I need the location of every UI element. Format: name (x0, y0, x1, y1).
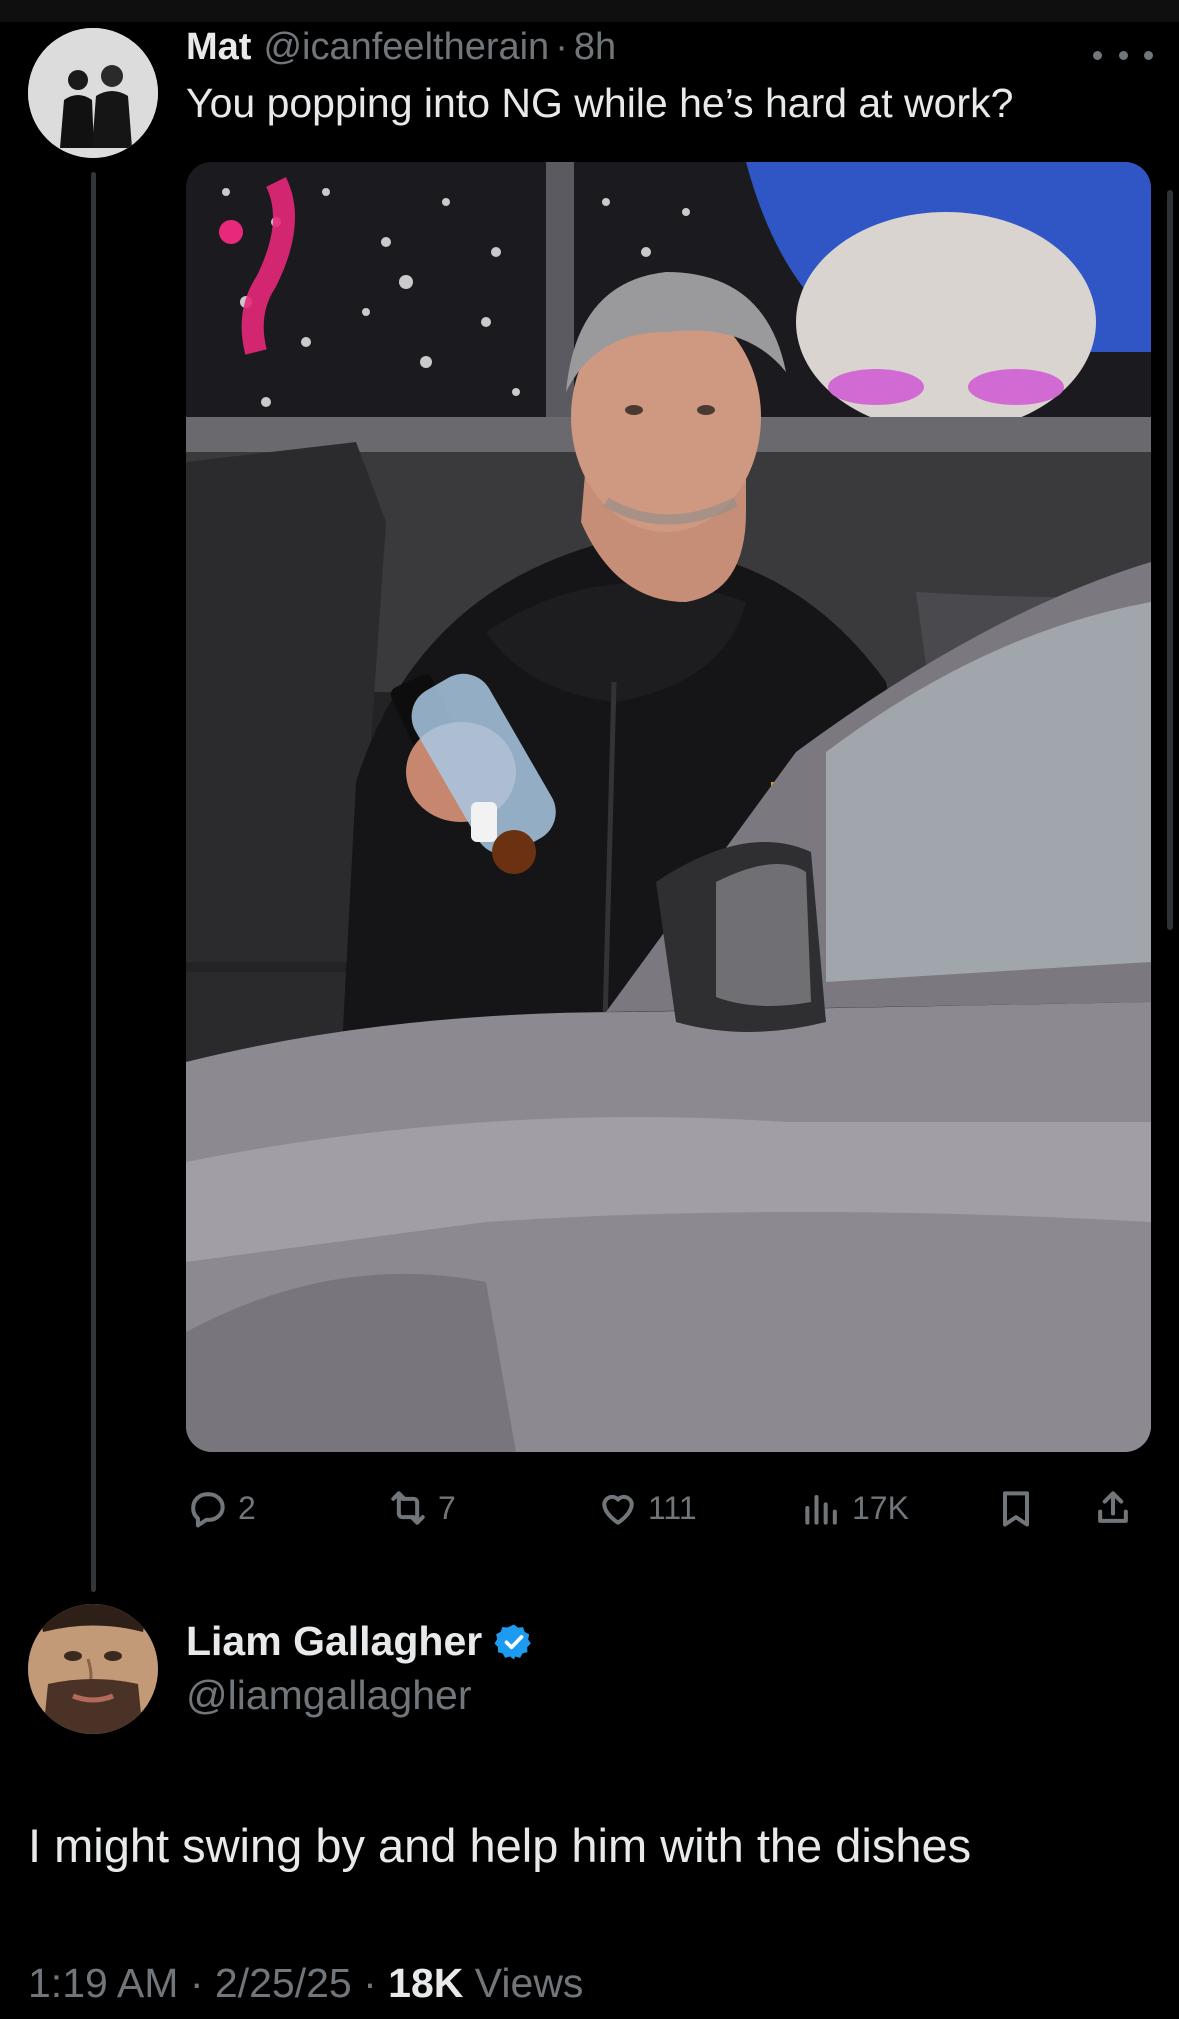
thread-connector-line (91, 172, 96, 1592)
retweet-icon (391, 1491, 425, 1525)
views-count: 17K (852, 1489, 909, 1526)
status-strip (0, 0, 1179, 22)
like-button[interactable]: 111 (596, 1478, 697, 1538)
verified-badge-icon (494, 1624, 532, 1659)
reply-author-name[interactable]: Liam Gallagher (186, 1618, 482, 1665)
header-separator: · (555, 26, 568, 68)
parent-author-name[interactable]: Mat (186, 26, 251, 69)
parent-action-bar: 2 7 111 17K (186, 1478, 1151, 1538)
reply-avatar[interactable] (28, 1604, 158, 1734)
parent-author-handle[interactable]: @icanfeeltherain (263, 26, 549, 69)
reply-tweet[interactable]: Liam Gallagher @liamgallagher I might sw… (0, 1600, 1179, 2019)
views-icon (805, 1494, 837, 1525)
bookmark-button[interactable] (994, 1478, 1038, 1538)
parent-tweet-text: You popping into NG while he’s hard at w… (186, 80, 1014, 126)
reply-time[interactable]: 1:19 AM (28, 1960, 178, 2006)
scrollbar-thumb[interactable] (1167, 190, 1173, 930)
meta-separator: · (363, 1960, 377, 2006)
reply-tweet-text: I might swing by and help him with the d… (28, 1819, 972, 1872)
parent-tweet[interactable]: Mat @icanfeeltherain · 8h You popping in… (0, 22, 1179, 1600)
retweet-button[interactable]: 7 (386, 1478, 456, 1538)
reply-author-handle[interactable]: @liamgallagher (186, 1672, 471, 1719)
like-icon (602, 1494, 634, 1525)
parent-timestamp[interactable]: 8h (574, 26, 616, 69)
like-count: 111 (648, 1489, 697, 1526)
reply-views-label: Views (474, 1960, 584, 2006)
views-button[interactable]: 17K (800, 1478, 909, 1538)
parent-header: Mat @icanfeeltherain · 8h (186, 26, 616, 76)
reply-button[interactable]: 2 (186, 1478, 256, 1538)
reply-meta: 1:19 AM · 2/25/25 · 18K Views (28, 1960, 583, 2007)
reply-icon (191, 1492, 225, 1528)
parent-avatar[interactable] (28, 28, 158, 158)
retweet-count: 7 (438, 1489, 456, 1526)
bookmark-icon (1002, 1491, 1030, 1527)
reply-date[interactable]: 2/25/25 (215, 1960, 352, 2006)
reply-name-row: Liam Gallagher (186, 1618, 534, 1665)
share-icon (1098, 1491, 1128, 1523)
reply-views-count[interactable]: 18K (388, 1960, 463, 2006)
tweet-photo[interactable] (186, 162, 1151, 1452)
more-icon[interactable] (1093, 42, 1153, 68)
share-button[interactable] (1091, 1478, 1135, 1538)
reply-count: 2 (238, 1489, 256, 1526)
meta-separator: · (189, 1960, 204, 2006)
